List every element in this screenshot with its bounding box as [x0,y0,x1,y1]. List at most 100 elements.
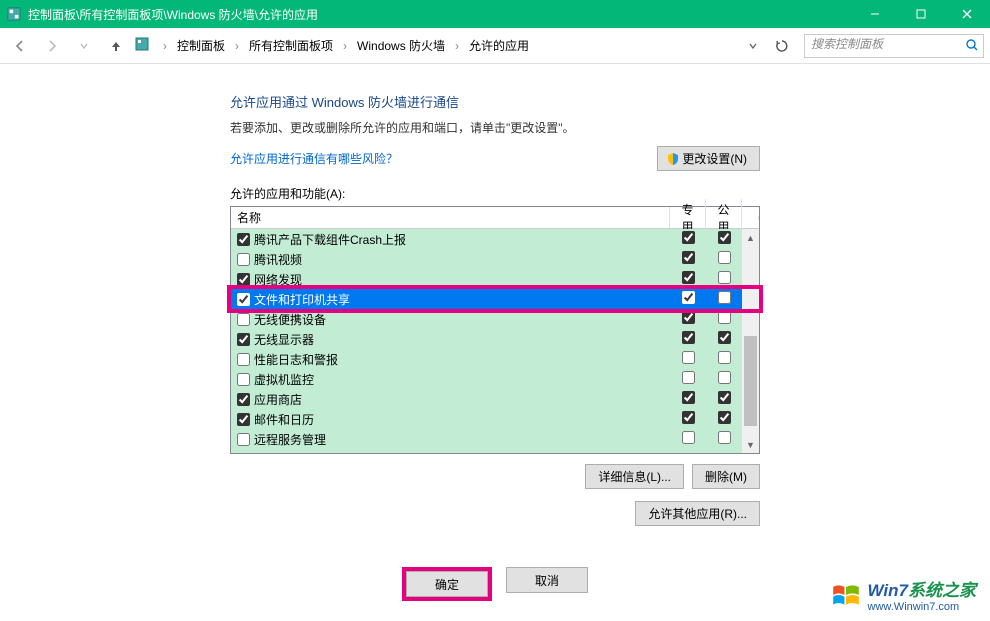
row-name: 虚拟机监控 [254,371,314,388]
allow-other-app-button[interactable]: 允许其他应用(R)... [635,501,760,526]
row-private-checkbox[interactable] [682,251,695,264]
scroll-thumb[interactable] [744,336,757,426]
maximize-button[interactable] [898,0,944,28]
breadcrumb[interactable]: › 控制面板 › 所有控制面板项 › Windows 防火墙 › 允许的应用 [158,34,766,58]
row-private-checkbox[interactable] [682,351,695,364]
row-enable-checkbox[interactable] [237,253,250,266]
windows-flag-icon [828,579,864,611]
row-private-checkbox[interactable] [682,371,695,384]
titlebar: 控制面板\所有控制面板项\Windows 防火墙\允许的应用 [0,0,990,28]
table-row[interactable]: 应用商店 [231,389,759,409]
breadcrumb-item[interactable]: 控制面板 [173,35,229,56]
row-enable-checkbox[interactable] [237,273,250,286]
table-row[interactable]: 无线便携设备 [231,309,759,329]
row-enable-checkbox[interactable] [237,373,250,386]
row-public-checkbox[interactable] [718,231,731,244]
row-enable-checkbox[interactable] [237,433,250,446]
row-enable-checkbox[interactable] [237,393,250,406]
cancel-button[interactable]: 取消 [506,567,588,593]
table-row[interactable]: 无线显示器 [231,329,759,349]
forward-button[interactable] [38,32,66,60]
table-row[interactable]: 远程服务管理 [231,429,759,449]
ok-button[interactable]: 确定 [406,571,488,597]
row-public-checkbox[interactable] [718,371,731,384]
breadcrumb-sep: › [159,39,171,53]
scroll-down-icon[interactable]: ▼ [742,436,759,453]
apps-list: 名称 专用 公用 腾讯产品下载组件Crash上报 腾讯视频 网络发现 文件和打印… [230,206,760,454]
row-enable-checkbox[interactable] [237,233,250,246]
scrollbar[interactable]: ▲ ▼ [742,229,759,453]
table-row[interactable]: 性能日志和警报 [231,349,759,369]
table-row[interactable]: 网络发现 [231,269,759,289]
remove-button[interactable]: 删除(M) [692,464,760,489]
row-public-checkbox[interactable] [718,391,731,404]
row-private-checkbox[interactable] [682,231,695,244]
row-private-checkbox[interactable] [682,271,695,284]
row-name: 网络发现 [254,271,302,288]
col-name[interactable]: 名称 [231,207,670,228]
table-row[interactable]: 文件和打印机共享 [231,289,759,309]
watermark-url: www.Winwin7.com [868,601,976,613]
row-enable-checkbox[interactable] [237,353,250,366]
refresh-button[interactable] [770,34,794,58]
back-button[interactable] [6,32,34,60]
row-enable-checkbox[interactable] [237,313,250,326]
row-private-checkbox[interactable] [682,411,695,424]
row-public-checkbox[interactable] [718,311,731,324]
row-public-checkbox[interactable] [718,271,731,284]
table-row[interactable]: 腾讯视频 [231,249,759,269]
breadcrumb-item[interactable]: Windows 防火墙 [353,35,449,56]
row-name: 无线显示器 [254,331,314,348]
search-placeholder: 搜索控制面板 [811,37,883,51]
row-name: 远程服务管理 [254,431,326,448]
ok-highlight-annotation: 确定 [402,567,492,601]
details-button[interactable]: 详细信息(L)... [585,464,684,489]
breadcrumb-item[interactable]: 允许的应用 [465,35,533,56]
row-name: 邮件和日历 [254,411,314,428]
row-name: 腾讯视频 [254,251,302,268]
table-row[interactable]: 虚拟机监控 [231,369,759,389]
recent-dropdown-icon[interactable] [70,32,98,60]
row-enable-checkbox[interactable] [237,413,250,426]
table-row[interactable]: 邮件和日历 [231,409,759,429]
row-enable-checkbox[interactable] [237,293,250,306]
up-button[interactable] [102,32,130,60]
row-name: 性能日志和警报 [254,351,338,368]
row-public-checkbox[interactable] [718,291,731,304]
table-row[interactable]: 腾讯产品下载组件Crash上报 [231,229,759,249]
row-public-checkbox[interactable] [718,251,731,264]
breadcrumb-item[interactable]: 所有控制面板项 [245,35,337,56]
control-panel-small-icon [134,36,150,55]
minimize-button[interactable] [852,0,898,28]
breadcrumb-dropdown-icon[interactable] [749,39,765,53]
scroll-up-icon[interactable]: ▲ [742,229,759,246]
row-name: 文件和打印机共享 [254,291,350,308]
change-settings-button[interactable]: 更改设置(N) [657,146,760,171]
main-panel: 允许应用通过 Windows 防火墙进行通信 若要添加、更改或删除所允许的应用和… [230,92,760,526]
list-body[interactable]: 腾讯产品下载组件Crash上报 腾讯视频 网络发现 文件和打印机共享 无线便携设… [231,229,759,453]
row-private-checkbox[interactable] [682,311,695,324]
window-title: 控制面板\所有控制面板项\Windows 防火墙\允许的应用 [28,6,852,23]
row-private-checkbox[interactable] [682,391,695,404]
search-icon [965,38,979,55]
row-private-checkbox[interactable] [682,331,695,344]
page-description: 若要添加、更改或删除所允许的应用和端口，请单击"更改设置"。 [230,119,760,136]
row-public-checkbox[interactable] [718,431,731,444]
row-name: 腾讯产品下载组件Crash上报 [254,231,406,248]
row-private-checkbox[interactable] [682,291,695,304]
close-button[interactable] [944,0,990,28]
col-scroll-spacer [742,216,759,220]
control-panel-icon [6,6,22,22]
row-public-checkbox[interactable] [718,331,731,344]
risk-link[interactable]: 允许应用进行通信有哪些风险？ [230,150,398,167]
row-public-checkbox[interactable] [718,351,731,364]
list-header: 名称 专用 公用 [231,207,759,229]
row-name: 应用商店 [254,391,302,408]
toolbar: › 控制面板 › 所有控制面板项 › Windows 防火墙 › 允许的应用 搜… [0,28,990,64]
watermark: Win7系统之家 www.Winwin7.com [828,576,976,613]
page-title: 允许应用通过 Windows 防火墙进行通信 [230,92,760,111]
search-input[interactable]: 搜索控制面板 [804,34,984,58]
row-private-checkbox[interactable] [682,431,695,444]
row-public-checkbox[interactable] [718,411,731,424]
row-enable-checkbox[interactable] [237,333,250,346]
